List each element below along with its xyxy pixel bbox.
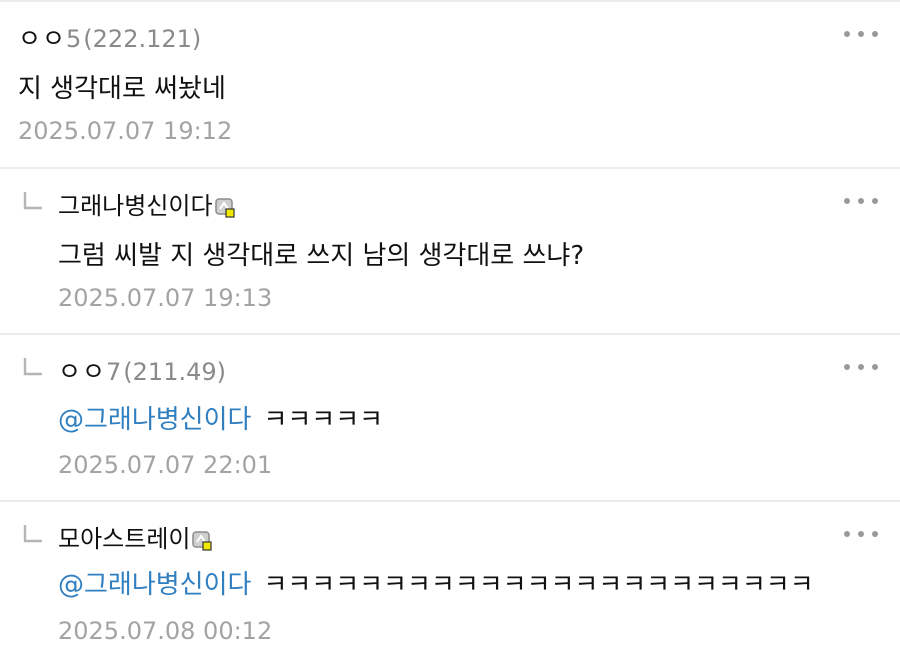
mention-link[interactable]: @그래나병신이다: [58, 570, 251, 600]
comment-author[interactable]: 그래나병신이다: [58, 191, 213, 221]
more-dot: [844, 198, 850, 204]
comment-timestamp: 2025.07.08 00:12: [58, 617, 273, 645]
more-dot: [858, 198, 864, 204]
more-dot: [844, 31, 850, 37]
mention-link[interactable]: @그래나병신이다: [58, 405, 251, 435]
comment-text: 지 생각대로 써놨네: [18, 74, 226, 104]
comment-author[interactable]: ㅇㅇ: [58, 357, 106, 387]
comment-item: ㅇㅇ 5 (222.121) 지 생각대로 써놨네 2025.07.07 19:1…: [0, 2, 900, 167]
more-dot: [844, 364, 850, 370]
comment-author-line: ㅇㅇ 7 (211.49): [58, 357, 226, 387]
comment-reply-item: ㅇㅇ 7 (211.49) @그래나병신이다 ㅋㅋㅋㅋㅋ 2025.07.07 22…: [0, 335, 900, 500]
comment-text-line: @그래나병신이다 ㅋㅋㅋㅋㅋㅋㅋㅋㅋㅋㅋㅋㅋㅋㅋㅋㅋㅋㅋㅋㅋㅋㅋ: [58, 568, 814, 602]
comment-ip: (211.49): [123, 358, 226, 386]
comment-author-line: 모아스트레이: [58, 524, 213, 554]
reply-arrow-icon: [23, 358, 42, 376]
more-dot: [872, 31, 878, 37]
comment-author-suffix: 5: [66, 25, 82, 53]
more-dot: [858, 364, 864, 370]
comment-text: 그럼 씨발 지 생각대로 쓰지 남의 생각대로 쓰냐?: [58, 241, 585, 271]
more-dot: [872, 198, 878, 204]
more-dot: [872, 531, 878, 537]
user-badge-icon: [214, 198, 235, 218]
more-options-button[interactable]: [844, 24, 878, 44]
more-dot: [858, 31, 864, 37]
comment-author-line: ㅇㅇ 5 (222.121): [18, 24, 201, 54]
comment-author-line: 그래나병신이다: [58, 191, 235, 221]
more-dot: [844, 531, 850, 537]
comment-author-suffix: 7: [106, 358, 122, 386]
more-options-button[interactable]: [844, 191, 878, 211]
comment-author[interactable]: ㅇㅇ: [18, 24, 66, 54]
comment-reply-item: 그래나병신이다 그럼 씨발 지 생각대로 쓰지 남의 생각대로 쓰냐? 2025…: [0, 169, 900, 333]
comment-author[interactable]: 모아스트레이: [58, 524, 190, 554]
comment-timestamp: 2025.07.07 19:12: [18, 117, 233, 145]
more-dot: [858, 531, 864, 537]
comment-timestamp: 2025.07.07 19:13: [58, 284, 273, 312]
user-badge-icon: [192, 531, 213, 551]
reply-arrow-icon: [23, 192, 42, 210]
reply-arrow-icon: [23, 525, 42, 543]
comment-text: ㅋㅋㅋㅋㅋㅋㅋㅋㅋㅋㅋㅋㅋㅋㅋㅋㅋㅋㅋㅋㅋㅋㅋ: [263, 570, 814, 600]
comment-ip: (222.121): [83, 25, 202, 53]
more-dot: [872, 364, 878, 370]
more-options-button[interactable]: [844, 357, 878, 377]
comment-reply-item: 모아스트레이 @그래나병신이다 ㅋㅋㅋㅋㅋㅋㅋㅋㅋㅋㅋㅋㅋㅋㅋㅋㅋㅋㅋㅋㅋㅋㅋ 2…: [0, 502, 900, 661]
more-options-button[interactable]: [844, 524, 878, 544]
comment-text-line: @그래나병신이다 ㅋㅋㅋㅋㅋ: [58, 403, 383, 437]
comment-timestamp: 2025.07.07 22:01: [58, 451, 273, 479]
comment-text: ㅋㅋㅋㅋㅋ: [263, 405, 384, 435]
